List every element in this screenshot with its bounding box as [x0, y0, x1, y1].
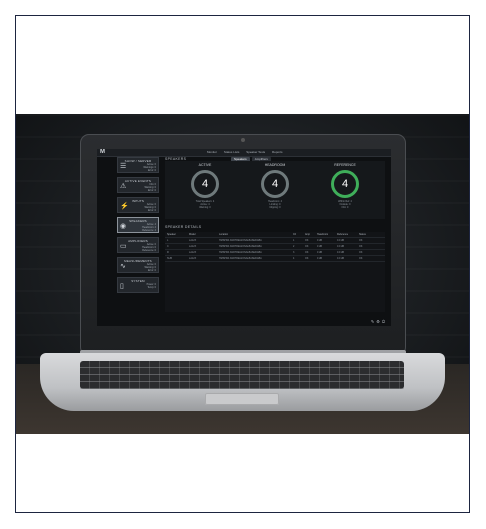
gauge-label: REFERENCE	[334, 163, 356, 167]
gauge-headroom[interactable]: HEADROOM 4 Headroom: 4 Limiting: 0 Clippin…	[245, 163, 305, 209]
laptop-photo: M Monitor Status Lists Speaker Tests Rep…	[16, 114, 469, 434]
menu-item[interactable]: Status Lists	[224, 150, 240, 154]
gauge-label: HEADROOM	[264, 163, 286, 167]
gauge-stats: Headroom: 4 Limiting: 0 Clipping: 0	[268, 200, 282, 209]
menu-item[interactable]: Monitor	[207, 150, 217, 154]
table-row[interactable]: SUB LA12X HMSPKR ANDTREGIONALBASEDGBA 4 OK 0 …	[165, 256, 385, 262]
speaker-icon: ◉	[120, 223, 127, 230]
sidebar-card-system[interactable]: SYSTEM ▯ Power: 0 Temp: 0	[117, 277, 159, 293]
warning-icon: ⚠	[120, 183, 127, 190]
card-stats: Active: 4 Headroom: 4 Reference: 4	[142, 223, 156, 232]
gauge-ring: 4	[191, 170, 219, 198]
webcam-icon	[241, 138, 245, 142]
card-stats: Info: 0 Warning: 0 Error: 0	[144, 183, 156, 192]
keyboard	[80, 361, 404, 389]
card-stats: Active: 0 Headroom: 0 Reference: 0	[142, 243, 156, 252]
card-stats: Active: 0 Warnings: 0 Error: 0	[143, 163, 156, 172]
gauge-ring: 4	[261, 170, 289, 198]
gauge-stats: Total Speakers: 4 Active: 4 Warning: 0	[195, 200, 215, 209]
gauge-stats: Within Ref: 4 Outside: 0 N/A: 0	[338, 200, 352, 209]
gauge-reference[interactable]: REFERENCE 4 Within Ref: 4 Outside: 0 N/A: …	[315, 163, 375, 209]
sidebar-card-measurements[interactable]: MEASUREMENTS ∿ Active: 0 Warning: 0 Error:…	[117, 257, 159, 273]
top-menu: Monitor Status Lists Speaker Tests Repor…	[207, 149, 289, 156]
sidebar-card-inputs[interactable]: INPUTS ⚡ Active: 0 Warning: 0 Error: 0	[117, 197, 159, 213]
speaker-details-table: Speaker Model Location Ch Amp Headroom Referen…	[165, 232, 385, 312]
sidebar-card-show-server[interactable]: SHOW / SERVER ☰ Active: 0 Warnings: 0 Erro…	[117, 157, 159, 173]
app-logo: M	[100, 149, 105, 155]
card-stats: Power: 0 Temp: 0	[146, 283, 156, 289]
laptop-lid: M Monitor Status Lists Speaker Tests Rep…	[80, 134, 406, 356]
trackpad	[205, 393, 279, 405]
waveform-icon: ∿	[120, 263, 126, 270]
laptop-screen: M Monitor Status Lists Speaker Tests Rep…	[97, 149, 391, 326]
gauge-label: ACTIVE	[198, 163, 212, 167]
list-icon: ☰	[120, 163, 127, 170]
card-stats: Active: 0 Warning: 0 Error: 0	[144, 263, 156, 272]
plug-icon: ⚡	[120, 203, 129, 210]
power-icon[interactable]: ⏻	[382, 319, 387, 324]
gauge-active[interactable]: ACTIVE 4 Total Speakers: 4 Active: 4 Warni…	[175, 163, 235, 209]
details-section-title: SPEAKER DETAILS	[165, 225, 202, 229]
sidebar: SHOW / SERVER ☰ Active: 0 Warnings: 0 Erro…	[117, 157, 159, 297]
gauge-ring: 4	[331, 170, 359, 198]
menu-item[interactable]: Speaker Tests	[246, 150, 265, 154]
sidebar-card-amplifiers[interactable]: AMPLIFIERS ▭ Active: 0 Headroom: 0 Referen…	[117, 237, 159, 253]
status-icons: ✎⚙⏻	[371, 319, 387, 324]
speaker-gauges: ACTIVE 4 Total Speakers: 4 Active: 4 Warni…	[165, 161, 385, 219]
amp-icon: ▭	[120, 243, 127, 250]
device-icon: ▯	[120, 283, 124, 290]
card-stats: Active: 0 Warning: 0 Error: 0	[144, 203, 156, 212]
sidebar-card-speakers[interactable]: SPEAKERS ◉ Active: 4 Headroom: 4 Reference…	[117, 217, 159, 233]
app-topbar: M Monitor Status Lists Speaker Tests Rep…	[97, 149, 391, 157]
menu-item[interactable]: Reports	[272, 150, 283, 154]
laptop-base	[40, 353, 445, 411]
sidebar-card-active-events[interactable]: ACTIVE EVENTS ⚠ Info: 0 Warning: 0 Error: …	[117, 177, 159, 193]
